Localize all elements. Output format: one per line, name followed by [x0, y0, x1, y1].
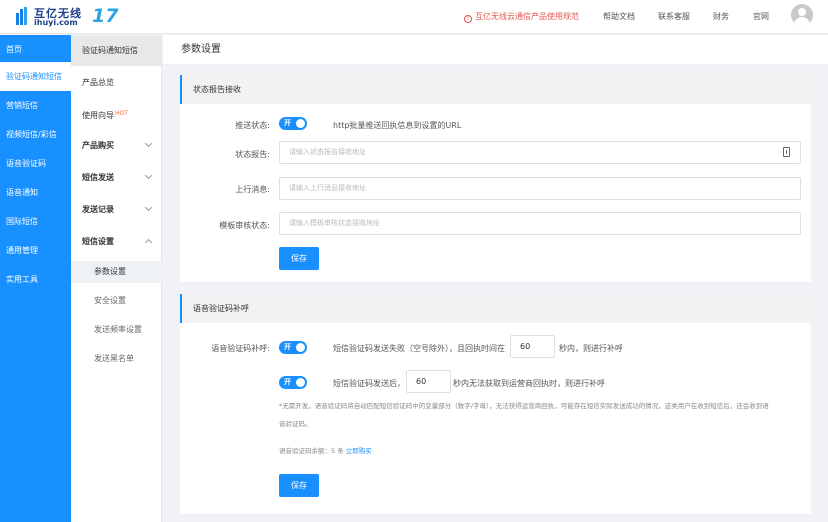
- sidebar-item-voice-code[interactable]: 语音验证码: [0, 149, 71, 178]
- rule2-suffix: 秒内无法获取到运营商回执时，则进行补呼: [453, 379, 605, 388]
- subnav-item-records[interactable]: 发送记录: [71, 199, 162, 221]
- rule2-prefix: 短信验证码发送后，: [333, 379, 405, 388]
- section-title: 状态报告接收: [180, 75, 811, 104]
- upstream-input[interactable]: 请输入上行消息接收地址: [279, 177, 801, 200]
- voice-callback-card: 语音验证码补呼 语音验证码补呼: 开 短信验证码发送失败（空号除外），且回执时间…: [180, 294, 811, 514]
- sidebar-item-general-management[interactable]: 通用管理: [0, 236, 71, 265]
- clipboard-icon[interactable]: [783, 147, 790, 157]
- push-status-desc: http批量推送回执信息到设置的URL: [333, 121, 462, 130]
- warning-icon: !: [464, 15, 472, 23]
- primary-sidebar: 首页 验证码通知短信 营销短信 视频短信/彩信 语音验证码 语音通知 国际短信 …: [0, 35, 71, 522]
- subnav-item-frequency[interactable]: 发送频率设置: [71, 319, 162, 341]
- voice-balance: 语音验证码余额：5 条 立即购买: [279, 447, 372, 455]
- sidebar-item-international-sms[interactable]: 国际短信: [0, 207, 71, 236]
- save-voice-button[interactable]: 保存: [279, 474, 319, 497]
- logo-text-en: ihuyi.com: [34, 18, 78, 27]
- callback-fail-toggle[interactable]: 开: [279, 341, 307, 354]
- callback-timeout-toggle[interactable]: 开: [279, 376, 307, 389]
- subnav-title: 验证码通知短信: [71, 35, 162, 66]
- rule2-seconds-input[interactable]: 60: [406, 370, 451, 393]
- subnav-item-guide[interactable]: 使用向导HOT: [71, 103, 162, 125]
- save-status-button[interactable]: 保存: [279, 247, 319, 270]
- sidebar-item-marketing-sms[interactable]: 营销短信: [0, 91, 71, 120]
- logo-mark-icon: [16, 7, 30, 27]
- status-report-card: 状态报告接收 推送状态: 开 http批量推送回执信息到设置的URL 状态报告:…: [180, 75, 811, 282]
- subnav-item-purchase[interactable]: 产品购买: [71, 135, 162, 157]
- callback-note: *无需开发。语音验证码将自动匹配短信验证码中的变量部分（数字/字母），无法获得运…: [279, 402, 769, 428]
- logo[interactable]: 互亿无线 ihuyi.com 17: [16, 5, 118, 29]
- subnav-item-blacklist[interactable]: 发送黑名单: [71, 348, 162, 370]
- help-docs-link[interactable]: 帮助文档: [603, 11, 635, 22]
- chevron-down-icon: [144, 171, 153, 180]
- rule1-suffix: 秒内，则进行补呼: [559, 344, 623, 353]
- logo-number: 17: [92, 5, 119, 27]
- rule1-prefix: 短信验证码发送失败（空号除外），且回执时间在: [333, 344, 505, 353]
- contact-support-link[interactable]: 联系客服: [658, 11, 690, 22]
- usage-policy-link[interactable]: ! 互亿无线云通信产品使用规范: [464, 11, 579, 23]
- section-title: 语音验证码补呼: [180, 294, 811, 323]
- sidebar-item-home[interactable]: 首页: [0, 35, 71, 64]
- buy-now-link[interactable]: 立即购买: [346, 447, 372, 455]
- sidebar-item-tools[interactable]: 实用工具: [0, 265, 71, 294]
- rule1-seconds-input[interactable]: 60: [510, 335, 555, 358]
- status-report-input[interactable]: 请输入状态报告接收地址: [279, 141, 801, 164]
- chevron-down-icon: [144, 139, 153, 148]
- push-status-toggle[interactable]: 开: [279, 117, 307, 130]
- chevron-up-icon: [144, 238, 153, 247]
- template-status-label: 模板审核状态:: [219, 221, 270, 230]
- voice-callback-label: 语音验证码补呼:: [211, 344, 270, 353]
- sidebar-item-verification-sms[interactable]: 验证码通知短信: [0, 62, 71, 91]
- sidebar-item-voice-notice[interactable]: 语音通知: [0, 178, 71, 207]
- subnav-item-sending[interactable]: 短信发送: [71, 167, 162, 189]
- official-site-link[interactable]: 官网: [753, 11, 769, 22]
- status-report-label: 状态报告:: [235, 150, 270, 159]
- subnav-item-overview[interactable]: 产品总览: [71, 72, 162, 94]
- subnav-item-settings[interactable]: 短信设置: [71, 231, 162, 253]
- sidebar-item-video-sms[interactable]: 视频短信/彩信: [0, 120, 71, 149]
- subnav-item-security[interactable]: 安全设置: [71, 290, 162, 312]
- hot-badge: HOT: [115, 110, 128, 117]
- secondary-sidebar: 验证码通知短信 产品总览 使用向导HOT 产品购买 短信发送 发送记录 短信设置…: [71, 35, 162, 522]
- subnav-item-parameters[interactable]: 参数设置: [71, 261, 162, 283]
- top-header: 互亿无线 ihuyi.com 17 ! 互亿无线云通信产品使用规范 帮助文档 联系…: [0, 0, 828, 34]
- page-title: 参数设置: [163, 35, 828, 65]
- template-status-input[interactable]: 请输入模板审核状态接收地址: [279, 212, 801, 235]
- finance-link[interactable]: 财务: [713, 11, 729, 22]
- chevron-down-icon: [144, 203, 153, 212]
- user-avatar-icon[interactable]: [791, 4, 813, 26]
- upstream-label: 上行消息:: [235, 185, 270, 194]
- push-status-label: 推送状态:: [235, 121, 270, 130]
